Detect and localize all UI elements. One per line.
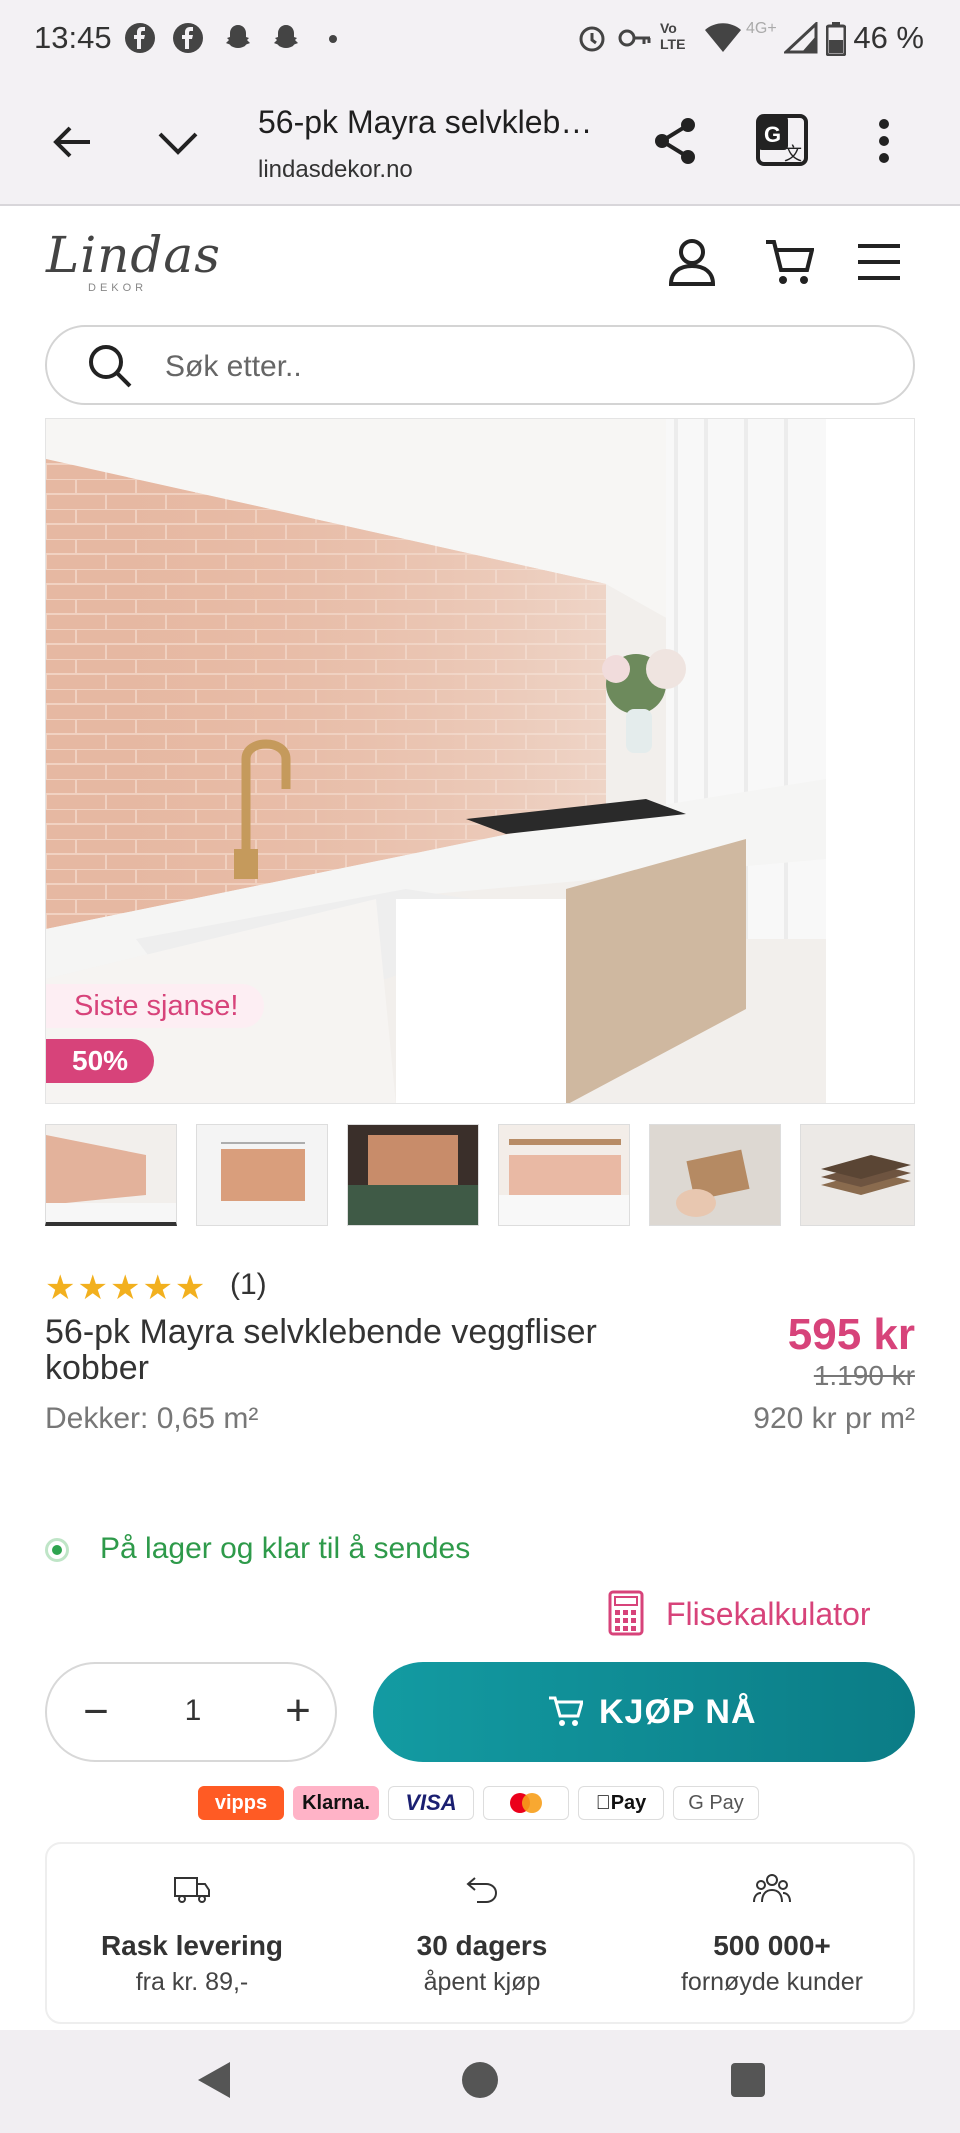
status-time: 13:45 — [34, 20, 112, 55]
thumbnail-4[interactable] — [498, 1124, 630, 1226]
price-per-sqm: 920 kr pr m² — [753, 1402, 915, 1435]
buy-now-label: KJØP NÅ — [599, 1693, 757, 1731]
benefit-sub: fornøyde kunder — [680, 1968, 864, 1996]
thumb-shelf-kitchen — [499, 1125, 629, 1225]
net-label: 4G+ — [746, 20, 777, 37]
page-title[interactable]: 56-pk Mayra selvkleb… — [258, 104, 592, 141]
search-input[interactable] — [165, 347, 865, 387]
nav-recents-icon[interactable] — [730, 2062, 766, 2098]
rating-count[interactable]: (1) — [230, 1268, 267, 1302]
thumb-green-kitchen — [348, 1125, 478, 1225]
battery-level: 46 % — [853, 20, 924, 55]
cart-icon — [549, 1696, 583, 1726]
site-logo[interactable]: Lindas — [46, 226, 221, 284]
translate-icon[interactable]: G文 — [756, 114, 808, 166]
page-domain[interactable]: lindasdekor.no — [258, 156, 413, 184]
site-logo-sub: DEKOR — [88, 282, 148, 294]
thumb-kitchen-photo — [46, 1125, 176, 1222]
thumb-tile-stack — [801, 1125, 914, 1225]
benefit-title: Rask levering — [100, 1930, 284, 1961]
search-box[interactable] — [45, 325, 915, 405]
return-arrow-icon — [466, 1877, 498, 1903]
chevron-down-icon[interactable] — [156, 128, 200, 158]
benefit-customers: 500 000+ fornøyde kunder — [627, 1844, 917, 2024]
thumbnail-5[interactable] — [649, 1124, 781, 1226]
mastercard-logo — [483, 1786, 569, 1820]
tile-calculator-label[interactable]: Flisekalkulator — [666, 1596, 871, 1633]
google-pay-logo: G Pay — [673, 1786, 759, 1820]
mastercard-icon — [510, 1793, 542, 1813]
apple-pay-logo: Pay — [578, 1786, 664, 1820]
volte-icon: Vo LTE — [660, 20, 686, 52]
benefit-returns: 30 dagers åpent kjøp — [337, 1844, 627, 2024]
discount-badge: 50% — [46, 1039, 155, 1083]
delivery-truck-icon — [174, 1877, 210, 1903]
quantity-plus-button[interactable]: + — [273, 1684, 323, 1740]
facebook-icon — [173, 23, 203, 53]
share-icon[interactable] — [652, 116, 698, 166]
snapchat-icon — [226, 25, 250, 48]
benefit-title: 500 000+ — [713, 1930, 831, 1961]
calculator-icon — [608, 1590, 644, 1636]
search-icon[interactable] — [87, 343, 133, 389]
apple-icon:  — [596, 1792, 611, 1814]
benefit-sub: åpent kjøp — [423, 1968, 541, 1996]
thumbnail-6[interactable] — [800, 1124, 915, 1226]
alarm-icon — [579, 26, 605, 52]
battery-icon — [826, 22, 846, 56]
cart-icon[interactable] — [764, 238, 814, 286]
svg-text:G: G — [764, 122, 781, 147]
stock-status-icon — [45, 1538, 69, 1562]
thumb-tile-dimensions — [197, 1125, 327, 1225]
customers-group-icon — [753, 1874, 791, 1903]
quantity-minus-button[interactable]: − — [71, 1686, 121, 1740]
quantity-stepper: − 1 + — [45, 1662, 337, 1762]
buy-now-button[interactable]: KJØP NÅ — [373, 1662, 915, 1762]
browser-toolbar: 56-pk Mayra selvkleb… lindasdekor.no G文 — [0, 80, 960, 206]
benefit-sub: fra kr. 89,- — [135, 1968, 249, 1996]
signal-icon — [784, 22, 818, 54]
benefit-delivery: Rask levering fra kr. 89,- — [47, 1844, 337, 2024]
price: 595 kr — [787, 1310, 915, 1359]
thumbnail-3[interactable] — [347, 1124, 479, 1226]
quantity-value[interactable]: 1 — [153, 1694, 233, 1728]
more-options-icon[interactable] — [878, 118, 890, 164]
visa-logo: VISA — [388, 1786, 474, 1820]
menu-icon[interactable] — [856, 242, 902, 282]
last-chance-badge: Siste sjanse! — [46, 984, 265, 1028]
status-bar: 13:45 Vo LTE 4G+ 46 % — [0, 0, 960, 80]
thumbnail-1[interactable] — [45, 1124, 177, 1226]
nav-back-icon[interactable] — [196, 2060, 232, 2100]
product-main-image[interactable]: Siste sjanse! 50% — [45, 418, 915, 1104]
stock-status: På lager og klar til å sendes — [100, 1532, 471, 1565]
back-arrow-icon[interactable] — [50, 120, 94, 164]
apple-pay-label: Pay — [603, 1792, 647, 1814]
thumbnail-2[interactable] — [196, 1124, 328, 1226]
account-icon[interactable] — [668, 238, 716, 286]
product-name: 56-pk Mayra selvklebende veggfliser kobb… — [45, 1313, 597, 1387]
system-nav-bar — [0, 2030, 960, 2133]
klarna-logo: Klarna. — [293, 1786, 379, 1820]
benefits-box: Rask levering fra kr. 89,- 30 dagers åpe… — [45, 1842, 915, 2024]
thumb-hand-tile — [650, 1125, 780, 1225]
nav-home-icon[interactable] — [460, 2060, 500, 2100]
product-coverage: Dekker: 0,65 m² — [45, 1402, 259, 1435]
dot-icon — [329, 35, 337, 43]
benefit-title: 30 dagers — [416, 1930, 548, 1961]
site-header: Lindas DEKOR — [0, 206, 960, 316]
old-price: 1.190 kr — [813, 1360, 915, 1391]
rating-stars[interactable]: ★★★★★ — [45, 1268, 207, 1308]
wifi-icon — [705, 23, 741, 52]
key-icon — [618, 29, 651, 47]
svg-text:文: 文 — [784, 144, 802, 164]
facebook-icon — [125, 23, 155, 53]
vipps-logo: vipps — [198, 1786, 284, 1820]
snapchat-icon — [274, 25, 298, 48]
